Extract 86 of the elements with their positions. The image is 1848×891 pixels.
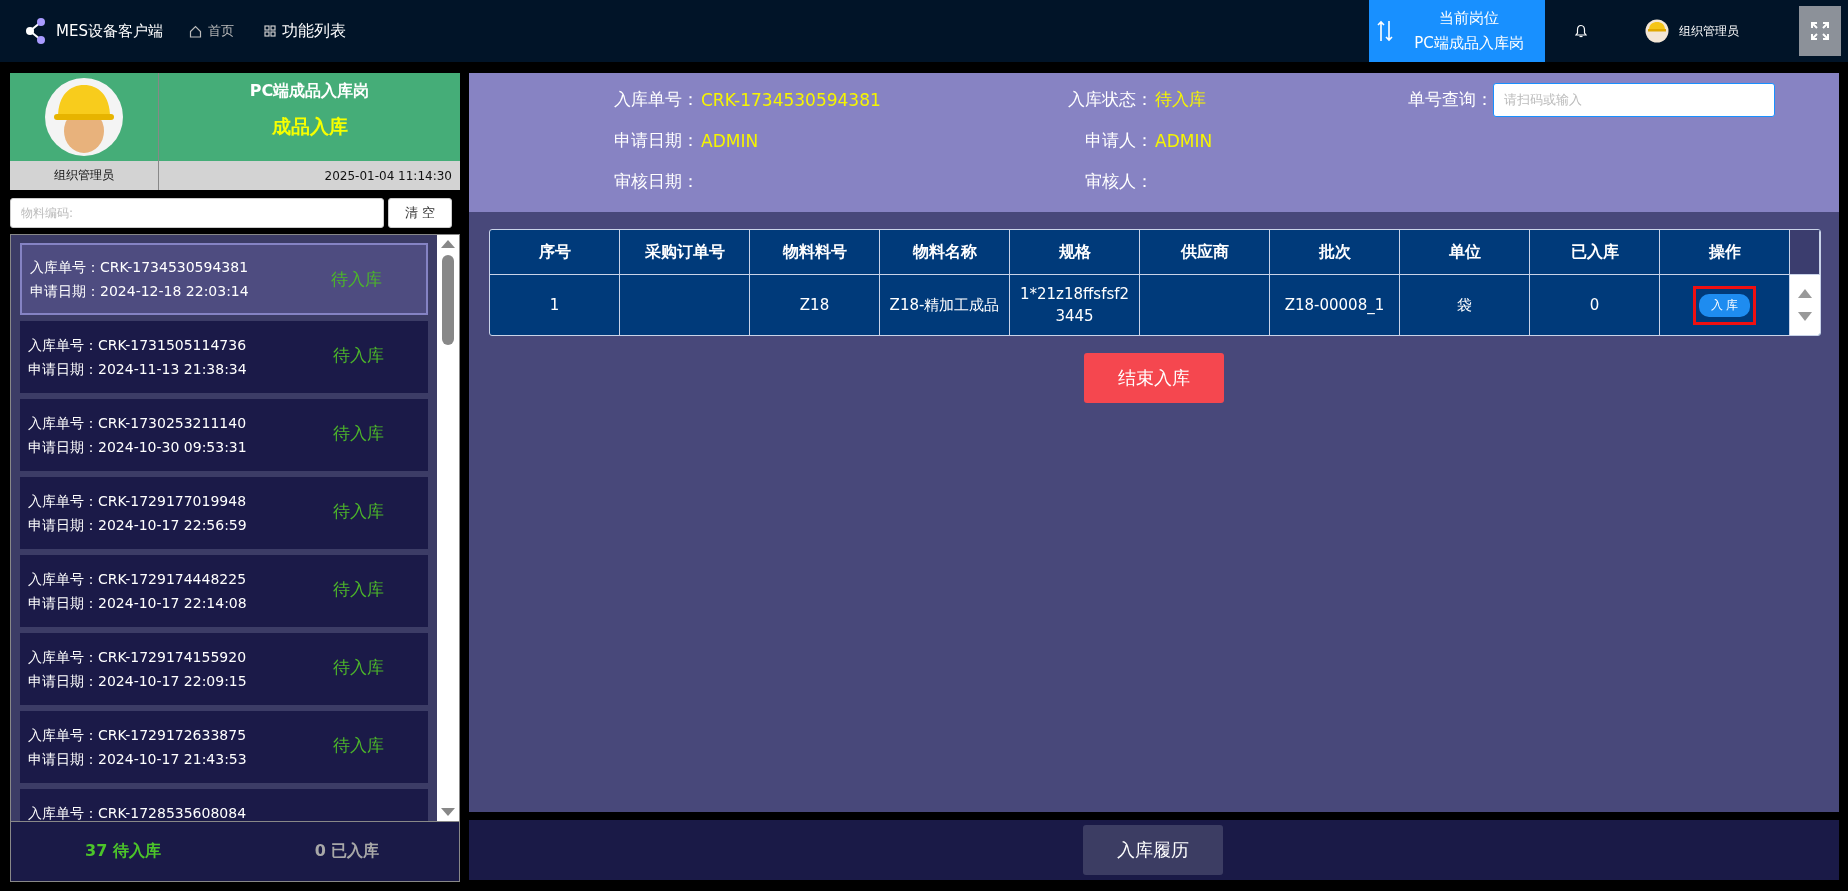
datetime: 2025-01-04 11:14:30: [323, 167, 453, 185]
scroll-down-icon[interactable]: [1798, 312, 1812, 322]
material-code-field[interactable]: 物料编码:: [10, 198, 384, 228]
order-status: 待入库: [333, 578, 384, 601]
column-header: 物料名称: [880, 230, 1010, 275]
avatar-icon: [1645, 19, 1669, 43]
request-date: 申请日期：2024-12-18 22:03:14: [30, 282, 249, 301]
function-title: 成品入库: [271, 114, 348, 139]
column-header: 批次: [1270, 230, 1400, 275]
column-header: 规格: [1010, 230, 1140, 275]
order-item[interactable]: 入库单号：CRK-1730253211140 申请日期：2024-10-30 09:53:31 待入库: [20, 399, 428, 471]
nav-link[interactable]: 首页: [188, 22, 234, 40]
fullscreen-button[interactable]: [1799, 6, 1841, 56]
swap-icon: [1377, 20, 1393, 42]
field-label: 申请人：: [1084, 129, 1153, 152]
column-header: 物料料号: [750, 230, 880, 275]
order-item[interactable]: 入库单号：CRK-1731505114736 申请日期：2024-11-13 21:38:34 待入库: [20, 321, 428, 393]
column-header: 采购订单号: [620, 230, 750, 275]
request-date: 申请日期：2024-10-30 09:53:31: [28, 438, 247, 457]
request-date: 申请日期：2024-11-13 21:38:34: [28, 360, 247, 379]
order-number: 入库单号：CRK-1728535608084: [28, 804, 247, 821]
table-cell: 1: [490, 275, 620, 335]
table-scrollbar[interactable]: [1790, 275, 1820, 335]
table-cell: Z18-精加工成品: [880, 275, 1010, 335]
grid-icon: [263, 25, 276, 37]
request-date: 申请日期：2024-10-17 21:43:53: [28, 750, 247, 769]
clear-button[interactable]: 清 空: [388, 198, 452, 228]
scrollbar[interactable]: [437, 235, 459, 821]
order-status: 待入库: [333, 500, 384, 523]
order-number: 入库单号：CRK-1731505114736: [28, 336, 247, 355]
order-number: 入库单号：CRK-1729172633875: [28, 726, 247, 745]
home-icon: [188, 24, 202, 38]
done-count: 0 已入库: [313, 840, 381, 862]
table-cell: 1*21z18ffsfsf23445: [1010, 275, 1140, 335]
order-status: 待入库: [331, 268, 382, 291]
column-header: 序号: [490, 230, 620, 275]
column-header: 供应商: [1140, 230, 1270, 275]
order-status: 待入库: [333, 656, 384, 679]
request-date: 申请日期：2024-10-17 22:14:08: [28, 594, 247, 613]
scroll-up-icon[interactable]: [1798, 288, 1812, 298]
order-item[interactable]: 入库单号：CRK-1734530594381 申请日期：2024-12-18 22:03:14 待入库: [20, 243, 428, 315]
table-cell: 0: [1530, 275, 1660, 335]
worker-avatar-icon: [44, 77, 124, 157]
expand-icon: [1810, 21, 1830, 41]
field-label: 入库状态：: [1067, 88, 1153, 111]
field-value: ADMIN: [701, 130, 759, 151]
request-date: 申请日期：2024-10-17 22:56:59: [28, 516, 247, 535]
station-title: PC端成品入库岗: [249, 81, 370, 102]
column-header: 已入库: [1530, 230, 1660, 275]
order-number: 入库单号：CRK-1729174448225: [28, 570, 247, 589]
order-number: 入库单号：CRK-1730253211140: [28, 414, 247, 433]
field-value: 待入库: [1155, 88, 1206, 111]
field-value: CRK-1734530594381: [701, 89, 881, 110]
table-cell: Z18-00008_1: [1270, 275, 1400, 335]
user-name: 组织管理员: [1679, 22, 1739, 40]
field-value: ADMIN: [1155, 130, 1213, 151]
order-item[interactable]: 入库单号：CRK-1729174448225 申请日期：2024-10-17 22:14:08 待入库: [20, 555, 428, 627]
order-status: 待入库: [333, 734, 384, 757]
logo-icon: [24, 17, 46, 45]
order-number: 入库单号：CRK-1729177019948: [28, 492, 247, 511]
user-name: 组织管理员: [10, 161, 159, 190]
order-item[interactable]: 入库单号：CRK-1729172633875 申请日期：2024-10-17 21:43:53 待入库: [20, 711, 428, 783]
order-status: 待入库: [333, 344, 384, 367]
order-search-field[interactable]: 请扫码或输入: [1493, 82, 1775, 117]
order-number: 入库单号：CRK-1734530594381: [30, 258, 249, 277]
field-label: 单号查询：: [1407, 88, 1493, 111]
column-header: 单位: [1400, 230, 1530, 275]
field-label: 审核人：: [1084, 170, 1153, 193]
request-date: 申请日期：2024-10-17 22:09:15: [28, 672, 247, 691]
field-label: 申请日期：: [613, 129, 699, 152]
scrollbar-thumb[interactable]: [442, 255, 454, 345]
history-button[interactable]: 入库履历: [1082, 825, 1223, 875]
finish-stock-in-button[interactable]: 结束入库: [1084, 353, 1224, 403]
table-cell: Z18: [750, 275, 880, 335]
pending-count: 37 待入库: [84, 840, 162, 862]
order-number: 入库单号：CRK-1729174155920: [28, 648, 247, 667]
order-item[interactable]: 入库单号：CRK-1729177019948 申请日期：2024-10-17 22:56:59 待入库: [20, 477, 428, 549]
app-title: MES设备客户端: [56, 21, 163, 41]
table-cell: 袋: [1400, 275, 1530, 335]
bell-icon[interactable]: [1575, 24, 1587, 38]
nav-link[interactable]: 功能列表: [263, 20, 346, 42]
field-label: 入库单号：: [613, 88, 699, 111]
order-item[interactable]: 入库单号：CRK-1729174155920 申请日期：2024-10-17 22:09:15 待入库: [20, 633, 428, 705]
order-item[interactable]: 入库单号：CRK-1728535608084: [20, 789, 428, 821]
field-label: 审核日期：: [613, 170, 699, 193]
order-status: 待入库: [333, 422, 384, 445]
